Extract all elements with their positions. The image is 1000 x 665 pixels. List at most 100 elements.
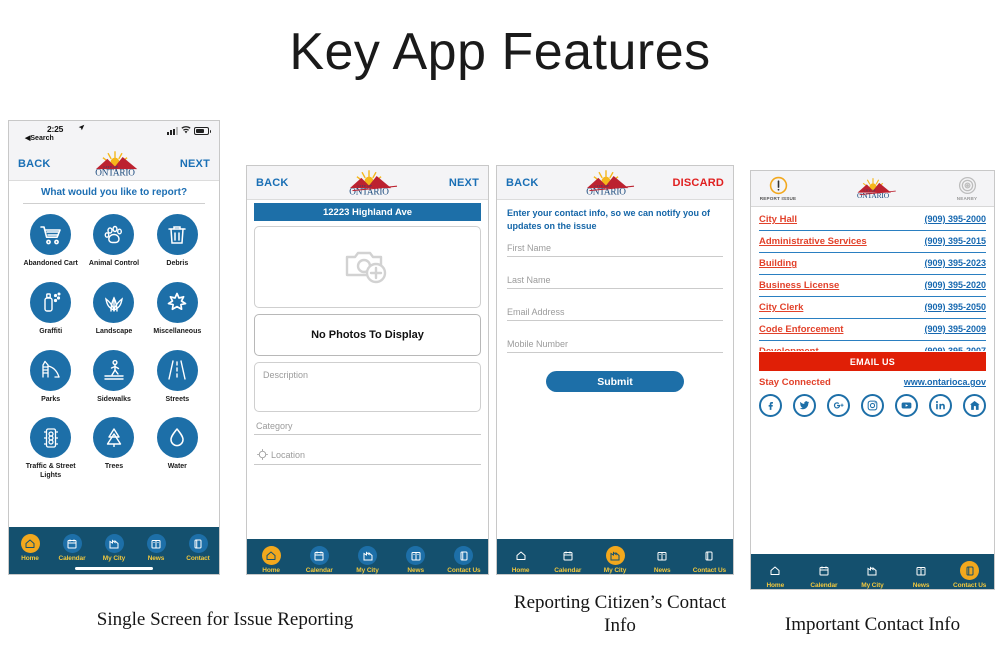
calendar-icon <box>558 546 577 565</box>
tab-home[interactable]: Home <box>247 546 295 574</box>
tab-news[interactable]: News <box>392 546 440 574</box>
slide-canvas: Key App Features 2:25 ◀Search BACK CITY … <box>0 0 1000 665</box>
category-tile-debris[interactable]: Debris <box>146 214 209 269</box>
add-photo-button[interactable] <box>254 226 481 308</box>
tab-contact-us[interactable]: Contact Us <box>945 561 994 589</box>
phone-link[interactable]: (909) 395-2050 <box>924 302 986 312</box>
mobile-number-input[interactable]: Mobile Number <box>507 339 723 354</box>
description-input[interactable]: Description <box>254 362 481 412</box>
phone-link[interactable]: (909) 395-2015 <box>924 236 986 246</box>
submit-button[interactable]: Submit <box>546 371 684 393</box>
tab-calendar[interactable]: Calendar <box>800 561 849 589</box>
nearby-button[interactable]: NEARBY <box>947 176 987 201</box>
nextdoor-icon[interactable] <box>963 394 986 417</box>
bottom-tab-bar: Home Calendar My City News <box>247 539 488 574</box>
contact-row[interactable]: City Clerk (909) 395-2050 <box>759 297 986 319</box>
category-tile-abandoned-cart[interactable]: Abandoned Cart <box>19 214 82 269</box>
contact-row[interactable]: Code Enforcement (909) 395-2009 <box>759 319 986 341</box>
back-button[interactable]: BACK <box>18 158 51 170</box>
tab-calendar[interactable]: Calendar <box>51 534 93 562</box>
location-input[interactable]: Location <box>254 448 481 465</box>
category-tile-landscape[interactable]: Landscape <box>82 281 145 337</box>
google-plus-icon[interactable] <box>827 394 850 417</box>
category-tile-traffic-street-lights[interactable]: Traffic & Street Lights <box>19 417 82 481</box>
email-us-button[interactable]: EMAIL US <box>759 352 986 371</box>
tab-my-city[interactable]: My City <box>848 561 897 589</box>
home-indicator[interactable] <box>75 567 153 570</box>
contact-row[interactable]: Administrative Services (909) 395-2015 <box>759 231 986 253</box>
department-link[interactable]: Business License <box>759 280 839 291</box>
next-button[interactable]: NEXT <box>449 177 479 189</box>
category-tile-sidewalks[interactable]: Sidewalks <box>82 349 145 405</box>
discard-button[interactable]: DISCARD <box>672 177 724 189</box>
category-placeholder: Category <box>256 421 293 431</box>
tab-news[interactable]: News <box>639 546 686 574</box>
twitter-icon[interactable] <box>793 394 816 417</box>
department-link[interactable]: Administrative Services <box>759 236 867 247</box>
wifi-icon <box>181 126 191 136</box>
grass-icon <box>93 281 135 323</box>
contact-row[interactable]: City Hall (909) 395-2000 <box>759 209 986 231</box>
tab-my-city[interactable]: My City <box>591 546 638 574</box>
contact-row[interactable]: Development (909) 395-2007 <box>759 341 986 351</box>
caption-screen-3: Reporting Citizen’s Contact Info <box>513 592 727 637</box>
tab-calendar[interactable]: Calendar <box>295 546 343 574</box>
department-link[interactable]: Code Enforcement <box>759 324 843 335</box>
back-button[interactable]: BACK <box>256 177 289 189</box>
stay-connected-row: Stay Connected www.ontarioca.gov <box>751 377 994 392</box>
contact-row[interactable]: Building (909) 395-2023 <box>759 253 986 275</box>
department-link[interactable]: Development <box>759 346 819 351</box>
facebook-icon[interactable] <box>759 394 782 417</box>
category-tile-trees[interactable]: Trees <box>82 417 145 481</box>
category-tile-water[interactable]: Water <box>146 417 209 481</box>
contact-row[interactable]: Business License (909) 395-2020 <box>759 275 986 297</box>
app-header: REPORT ISSUE CITY OF ONTARIO NEARBY <box>751 171 994 207</box>
last-name-input[interactable]: Last Name <box>507 275 723 290</box>
tab-label: Home <box>21 555 39 562</box>
next-button[interactable]: NEXT <box>180 158 210 170</box>
phone-link[interactable]: (909) 395-2020 <box>924 280 986 290</box>
tab-news[interactable]: News <box>135 534 177 562</box>
category-tile-animal-control[interactable]: Animal Control <box>82 214 145 269</box>
phone-link[interactable]: (909) 395-2007 <box>924 346 986 351</box>
tab-calendar[interactable]: Calendar <box>544 546 591 574</box>
category-tile-parks[interactable]: Parks <box>19 349 82 405</box>
phone-link[interactable]: (909) 395-2009 <box>924 324 986 334</box>
no-photos-message: No Photos To Display <box>254 314 481 356</box>
status-back-app[interactable]: ◀Search <box>25 134 54 142</box>
first-name-input[interactable]: First Name <box>507 243 723 258</box>
category-tile-miscellaneous[interactable]: Miscellaneous <box>146 281 209 337</box>
back-button[interactable]: BACK <box>506 177 539 189</box>
tab-contact-us[interactable]: Contact Us <box>440 546 488 574</box>
social-links-row <box>751 392 994 423</box>
tab-home[interactable]: Home <box>751 561 800 589</box>
calendar-icon <box>309 546 329 565</box>
tab-contact-us[interactable]: Contact Us <box>686 546 733 574</box>
department-link[interactable]: City Hall <box>759 214 797 225</box>
phone-link[interactable]: (909) 395-2000 <box>924 214 986 224</box>
tab-label: My City <box>356 567 379 574</box>
category-label: Streets <box>165 395 190 403</box>
tab-my-city[interactable]: My City <box>93 534 135 562</box>
email-address-input[interactable]: Email Address <box>507 307 723 322</box>
linkedin-icon[interactable] <box>929 394 952 417</box>
tab-home[interactable]: Home <box>497 546 544 574</box>
tab-label: Home <box>262 567 280 574</box>
department-link[interactable]: Building <box>759 258 797 269</box>
address-bar[interactable]: 12223 Highland Ave <box>254 203 481 221</box>
department-link[interactable]: City Clerk <box>759 302 803 313</box>
tab-news[interactable]: News <box>897 561 946 589</box>
phone-screen-contact-info-form: BACK CITY OF ONTARIO DISCARD Enter your … <box>496 165 734 575</box>
instagram-icon[interactable] <box>861 394 884 417</box>
tab-home[interactable]: Home <box>9 534 51 562</box>
category-tile-streets[interactable]: Streets <box>146 349 209 405</box>
phone-link[interactable]: (909) 395-2023 <box>924 258 986 268</box>
website-link[interactable]: www.ontarioca.gov <box>904 377 986 387</box>
tab-my-city[interactable]: My City <box>343 546 391 574</box>
report-issue-button[interactable]: REPORT ISSUE <box>758 176 798 201</box>
category-select[interactable]: Category <box>254 421 481 435</box>
tab-contact[interactable]: Contact <box>177 534 219 562</box>
category-tile-graffiti[interactable]: Graffiti <box>19 281 82 337</box>
youtube-icon[interactable] <box>895 394 918 417</box>
phone-screen-important-contacts: REPORT ISSUE CITY OF ONTARIO NEARBY City… <box>750 170 995 590</box>
